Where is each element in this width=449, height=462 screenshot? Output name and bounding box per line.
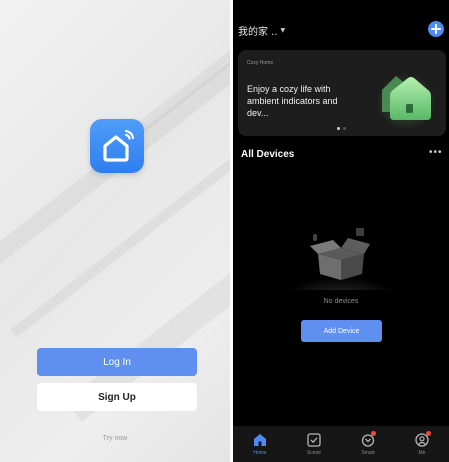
login-button[interactable]: Log In xyxy=(37,348,197,376)
tab-label: Scene xyxy=(306,450,322,456)
carousel-dot xyxy=(337,127,340,130)
tab-me[interactable]: Me xyxy=(395,426,449,462)
empty-box-icon xyxy=(288,228,394,290)
tab-scene[interactable]: Scene xyxy=(287,426,341,462)
tab-label: Me xyxy=(418,450,426,456)
tab-home[interactable]: Home xyxy=(233,426,287,462)
home-selector[interactable]: 我的家 .. ▼ xyxy=(238,23,285,38)
signup-button[interactable]: Sign Up xyxy=(37,383,197,411)
tab-bar: Home Scene Smart Me xyxy=(233,426,449,462)
app-logo xyxy=(90,119,144,173)
login-screen: Log In Sign Up Try now xyxy=(0,0,230,462)
scene-icon xyxy=(307,433,321,447)
carousel-dot xyxy=(343,127,346,130)
section-title: All Devices xyxy=(241,149,295,160)
empty-state-text: No devices xyxy=(323,298,359,305)
add-button[interactable] xyxy=(428,21,444,37)
add-device-button[interactable]: Add Device xyxy=(301,320,382,342)
home-icon xyxy=(254,434,266,446)
banner-text: Enjoy a cozy life with ambient indicator… xyxy=(247,84,338,118)
notification-badge xyxy=(426,431,431,436)
house-illustration-icon xyxy=(378,74,436,130)
try-now-link[interactable]: Try now xyxy=(0,435,230,442)
promo-banner[interactable]: Cozy Home Enjoy a cozy life with ambient… xyxy=(238,50,446,136)
tab-label: Home xyxy=(253,450,267,456)
chevron-down-icon: ▼ xyxy=(280,27,286,34)
home-name: 我的家 .. xyxy=(238,27,278,38)
tab-smart[interactable]: Smart xyxy=(341,426,395,462)
tab-label: Smart xyxy=(361,450,375,456)
banner-tag: Cozy Home xyxy=(247,60,274,66)
more-icon[interactable]: ••• xyxy=(429,147,443,158)
home-screen: 我的家 .. ▼ Cozy Home Enjoy a cozy life wit… xyxy=(233,0,449,462)
smart-home-logo-icon xyxy=(103,129,135,162)
notification-badge xyxy=(371,431,376,436)
